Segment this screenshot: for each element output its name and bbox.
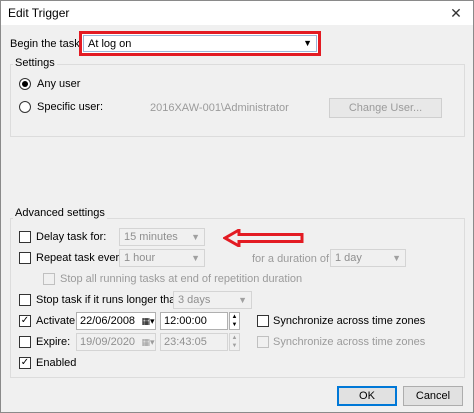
activate-checkbox[interactable]: ✓ [19,315,31,327]
activate-time-value: 12:00:00 [164,315,207,327]
chevron-down-icon: ▼ [191,232,200,242]
close-icon[interactable]: ✕ [447,4,465,22]
any-user-label: Any user [37,78,81,90]
expire-time-input[interactable]: 23:43:05 [160,333,228,351]
begin-task-highlight: At log on ▼ [79,31,321,56]
duration-label: for a duration of: [252,253,333,265]
repeat-task-label: Repeat task every: [36,252,128,264]
any-user-radio[interactable] [19,78,31,90]
stop-task-longer-dropdown[interactable]: 3 days ▼ [173,291,252,309]
ok-button[interactable]: OK [337,386,397,406]
duration-dropdown[interactable]: 1 day ▼ [330,249,406,267]
stop-task-longer-value: 3 days [178,294,211,306]
sync-time-zones-label: Synchronize across time zones [273,315,426,327]
activate-time-input[interactable]: 12:00:00 [160,312,228,330]
user-account-value: 2016XAW-001\Administrator [150,102,289,114]
specific-user-label: Specific user: [37,101,104,113]
expire-checkbox[interactable] [19,336,31,348]
repeat-task-value: 1 hour [124,252,156,264]
delay-task-dropdown[interactable]: 15 minutes ▼ [119,228,205,246]
sync-expire-time-zones-label: Synchronize across time zones [273,336,426,348]
duration-value: 1 day [335,252,362,264]
edit-trigger-dialog: Edit Trigger ✕ Begin the task: At log on… [0,0,474,413]
expire-time-value: 23:43:05 [164,336,207,348]
window-title: Edit Trigger [8,6,70,20]
stop-running-tasks-label: Stop all running tasks at end of repetit… [60,273,303,285]
chevron-down-icon: ▼ [191,253,200,263]
begin-task-label: Begin the task: [10,38,83,50]
delay-task-checkbox[interactable] [19,231,31,243]
expire-date-value: 19/09/2020 [80,336,136,348]
chevron-down-icon: ▼ [303,38,312,48]
chevron-down-icon: ▼ [392,253,401,263]
settings-group-title: Settings [13,57,57,69]
title-bar: Edit Trigger ✕ [1,1,473,25]
sync-time-zones-checkbox[interactable] [257,315,269,327]
begin-task-dropdown[interactable]: At log on ▼ [83,35,317,52]
stop-running-tasks-checkbox[interactable] [43,273,55,285]
calendar-dropdown-icon[interactable]: ▦▾ [141,334,155,350]
expire-time-spinner[interactable]: ▲ ▼ [229,333,240,351]
stop-task-longer-label: Stop task if it runs longer than: [36,294,185,306]
expire-label: Expire: [36,336,71,348]
repeat-task-checkbox[interactable] [19,252,31,264]
cancel-button[interactable]: Cancel [403,386,463,406]
activate-date-value: 22/06/2008 [80,315,136,327]
calendar-dropdown-icon[interactable]: ▦▾ [141,313,155,329]
begin-task-value: At log on [88,38,132,50]
specific-user-radio[interactable] [19,101,31,113]
delay-task-label: Delay task for: [36,231,107,243]
activate-time-spinner[interactable]: ▲ ▼ [229,312,240,330]
stop-task-longer-checkbox[interactable] [19,294,31,306]
change-user-button[interactable]: Change User... [329,98,442,118]
enabled-checkbox[interactable]: ✓ [19,357,31,369]
delay-task-value: 15 minutes [124,231,178,243]
enabled-label: Enabled [36,357,77,369]
activate-label: Activate: [36,315,79,327]
red-arrow-annotation [223,229,304,247]
advanced-settings-title: Advanced settings [13,207,107,219]
repeat-task-dropdown[interactable]: 1 hour ▼ [119,249,205,267]
chevron-down-icon: ▼ [238,295,247,305]
sync-expire-time-zones-checkbox[interactable] [257,336,269,348]
